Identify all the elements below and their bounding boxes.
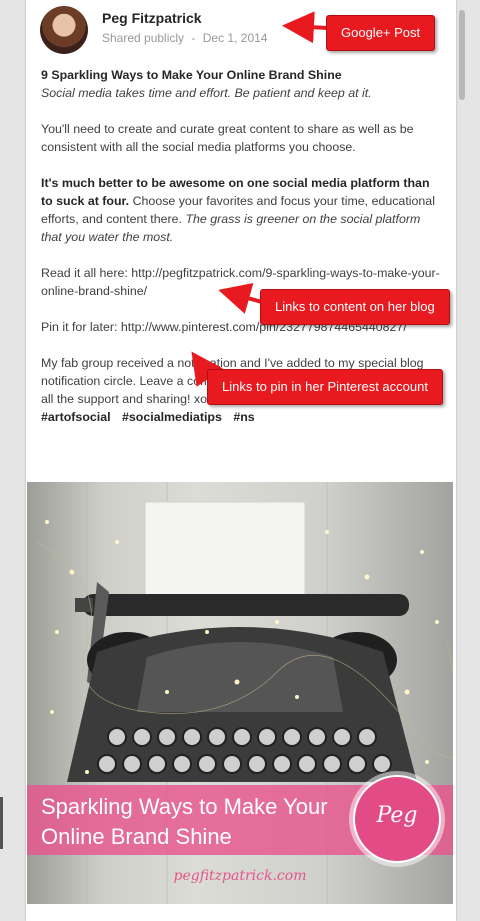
post-title: 9 Sparkling Ways to Make Your Online Bra… <box>41 68 342 82</box>
callout-google-post: Google+ Post <box>326 15 436 51</box>
hashtags: #artofsocial #socialmediatips #ns <box>41 408 441 426</box>
paragraph-2: It's much better to be awesome on one so… <box>41 174 441 246</box>
read-label: Read it all here: <box>41 266 132 280</box>
callout-pinterest-links: Links to pin in her Pinterest account <box>207 369 443 405</box>
side-indicator <box>0 797 3 849</box>
pin-label: Pin it for later: <box>41 320 121 334</box>
hashtag[interactable]: #artofsocial <box>41 410 111 424</box>
visibility-text: Shared publicly <box>102 31 185 45</box>
scrollbar[interactable] <box>459 10 465 100</box>
author-name[interactable]: Peg Fitzpatrick <box>102 10 202 26</box>
author-avatar[interactable] <box>40 6 88 54</box>
meta-separator: - <box>191 31 196 45</box>
banner-text: Sparkling Ways to Make Your Online Brand… <box>41 794 328 849</box>
post-date[interactable]: Dec 1, 2014 <box>203 31 268 45</box>
callout-blog-links: Links to content on her blog <box>260 289 450 325</box>
hashtag[interactable]: #ns <box>233 410 254 424</box>
peg-badge: Peg <box>353 775 441 863</box>
site-watermark: pegfitzpatrick.com <box>173 868 307 884</box>
post-image[interactable]: Sparkling Ways to Make Your Online Brand… <box>27 482 453 904</box>
peg-badge-label: Peg <box>376 803 418 828</box>
post-subtitle: Social media takes time and effort. Be p… <box>41 86 372 100</box>
hashtag[interactable]: #socialmediatips <box>122 410 222 424</box>
paragraph-1: You'll need to create and curate great c… <box>41 122 414 154</box>
post-meta: Shared publicly - Dec 1, 2014 <box>102 31 271 45</box>
